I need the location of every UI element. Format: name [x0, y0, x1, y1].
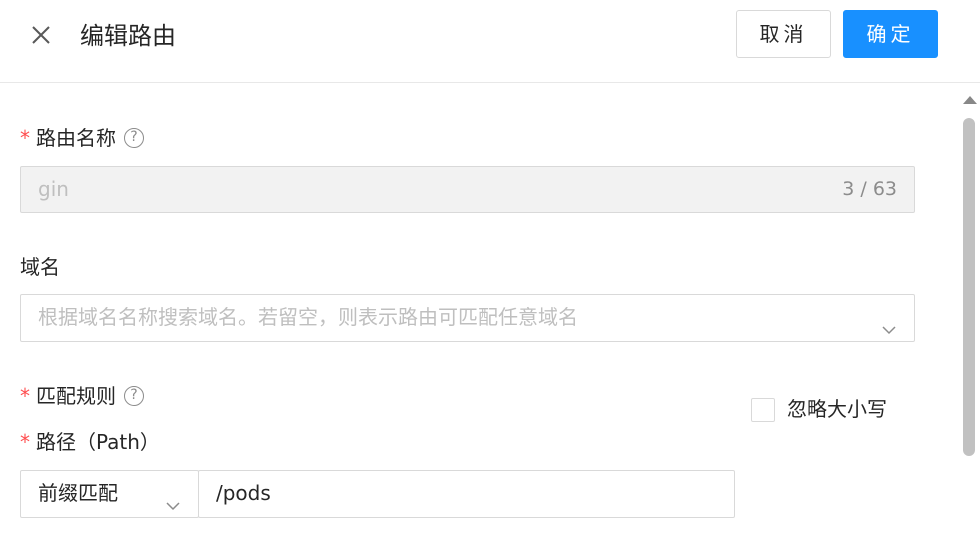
route-name-label-row: * 路由名称 ? — [20, 124, 144, 152]
chevron-down-icon — [881, 309, 897, 335]
chevron-down-icon — [165, 485, 181, 511]
char-count: 3 / 63 — [842, 178, 897, 200]
confirm-button[interactable]: 确定 — [843, 10, 938, 58]
path-input[interactable]: /pods — [198, 470, 735, 518]
cancel-button[interactable]: 取消 — [736, 10, 831, 58]
scrollbar[interactable] — [958, 84, 980, 536]
route-name-value: gin — [38, 177, 69, 201]
domain-placeholder: 根据域名名称搜索域名。若留空，则表示路由可匹配任意域名 — [38, 305, 578, 329]
path-label: 路径（Path） — [36, 430, 160, 454]
required-mark: * — [20, 126, 30, 150]
route-name-input: gin 3 / 63 — [20, 166, 915, 213]
path-value: /pods — [216, 481, 271, 505]
domain-label-row: 域名 — [20, 253, 60, 281]
question-circle-icon[interactable]: ? — [124, 128, 144, 148]
route-name-label: 路由名称 — [36, 126, 116, 150]
required-mark: * — [20, 384, 30, 408]
match-type-value: 前缀匹配 — [38, 481, 118, 505]
scroll-up-arrow-icon[interactable] — [963, 96, 977, 104]
domain-select[interactable]: 根据域名名称搜索域名。若留空，则表示路由可匹配任意域名 — [20, 294, 915, 342]
domain-label: 域名 — [20, 255, 60, 279]
drawer-header: 编辑路由 取消 确定 — [0, 0, 980, 83]
ignore-case-checkbox[interactable] — [751, 398, 775, 422]
match-rules-label-row: * 匹配规则 ? — [20, 382, 144, 410]
question-circle-icon[interactable]: ? — [124, 386, 144, 406]
form-body: * 路由名称 ? gin 3 / 63 域名 根据域名名称搜索域名。若留空，则表… — [0, 84, 980, 536]
match-type-select[interactable]: 前缀匹配 — [20, 470, 199, 518]
match-rules-label: 匹配规则 — [36, 384, 116, 408]
required-mark: * — [20, 430, 30, 454]
page-title: 编辑路由 — [80, 22, 176, 50]
scroll-thumb[interactable] — [963, 118, 975, 456]
ignore-case-label: 忽略大小写 — [787, 397, 887, 421]
path-label-row: * 路径（Path） — [20, 428, 160, 456]
close-icon[interactable] — [28, 22, 54, 48]
